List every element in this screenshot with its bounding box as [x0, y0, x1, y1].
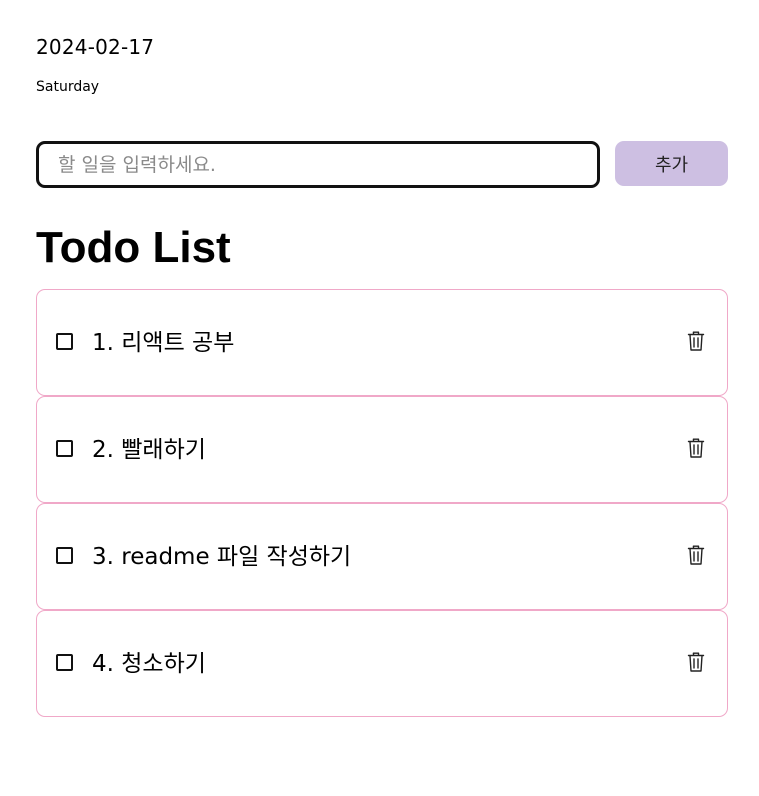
todo-text: 4. 청소하기: [92, 651, 206, 677]
todo-item: 2. 빨래하기: [36, 396, 728, 503]
current-date: 2024-02-17: [36, 35, 155, 59]
todo-item: 3. readme 파일 작성하기: [36, 503, 728, 610]
add-button[interactable]: 추가: [615, 141, 728, 186]
todo-checkbox[interactable]: [56, 333, 73, 350]
todo-text: 3. readme 파일 작성하기: [92, 544, 352, 570]
todo-app: 2024-02-17 Saturday 추가 Todo List 1. 리액트 …: [0, 0, 759, 796]
todo-input[interactable]: [36, 141, 600, 188]
trash-icon: [687, 331, 705, 351]
current-weekday: Saturday: [36, 79, 100, 95]
todo-item: 1. 리액트 공부: [36, 289, 728, 396]
todo-list: 1. 리액트 공부 2. 빨래하기 3. readme 파일 작성하기 4. 청…: [36, 289, 728, 717]
delete-button[interactable]: [687, 328, 711, 354]
delete-button[interactable]: [687, 542, 711, 568]
todo-item: 4. 청소하기: [36, 610, 728, 717]
delete-button[interactable]: [687, 649, 711, 675]
todo-checkbox[interactable]: [56, 547, 73, 564]
trash-icon: [687, 652, 705, 672]
todo-text: 2. 빨래하기: [92, 437, 206, 463]
todo-text: 1. 리액트 공부: [92, 330, 235, 356]
todo-checkbox[interactable]: [56, 440, 73, 457]
delete-button[interactable]: [687, 435, 711, 461]
todo-checkbox[interactable]: [56, 654, 73, 671]
trash-icon: [687, 545, 705, 565]
list-title: Todo List: [36, 223, 231, 272]
trash-icon: [687, 438, 705, 458]
